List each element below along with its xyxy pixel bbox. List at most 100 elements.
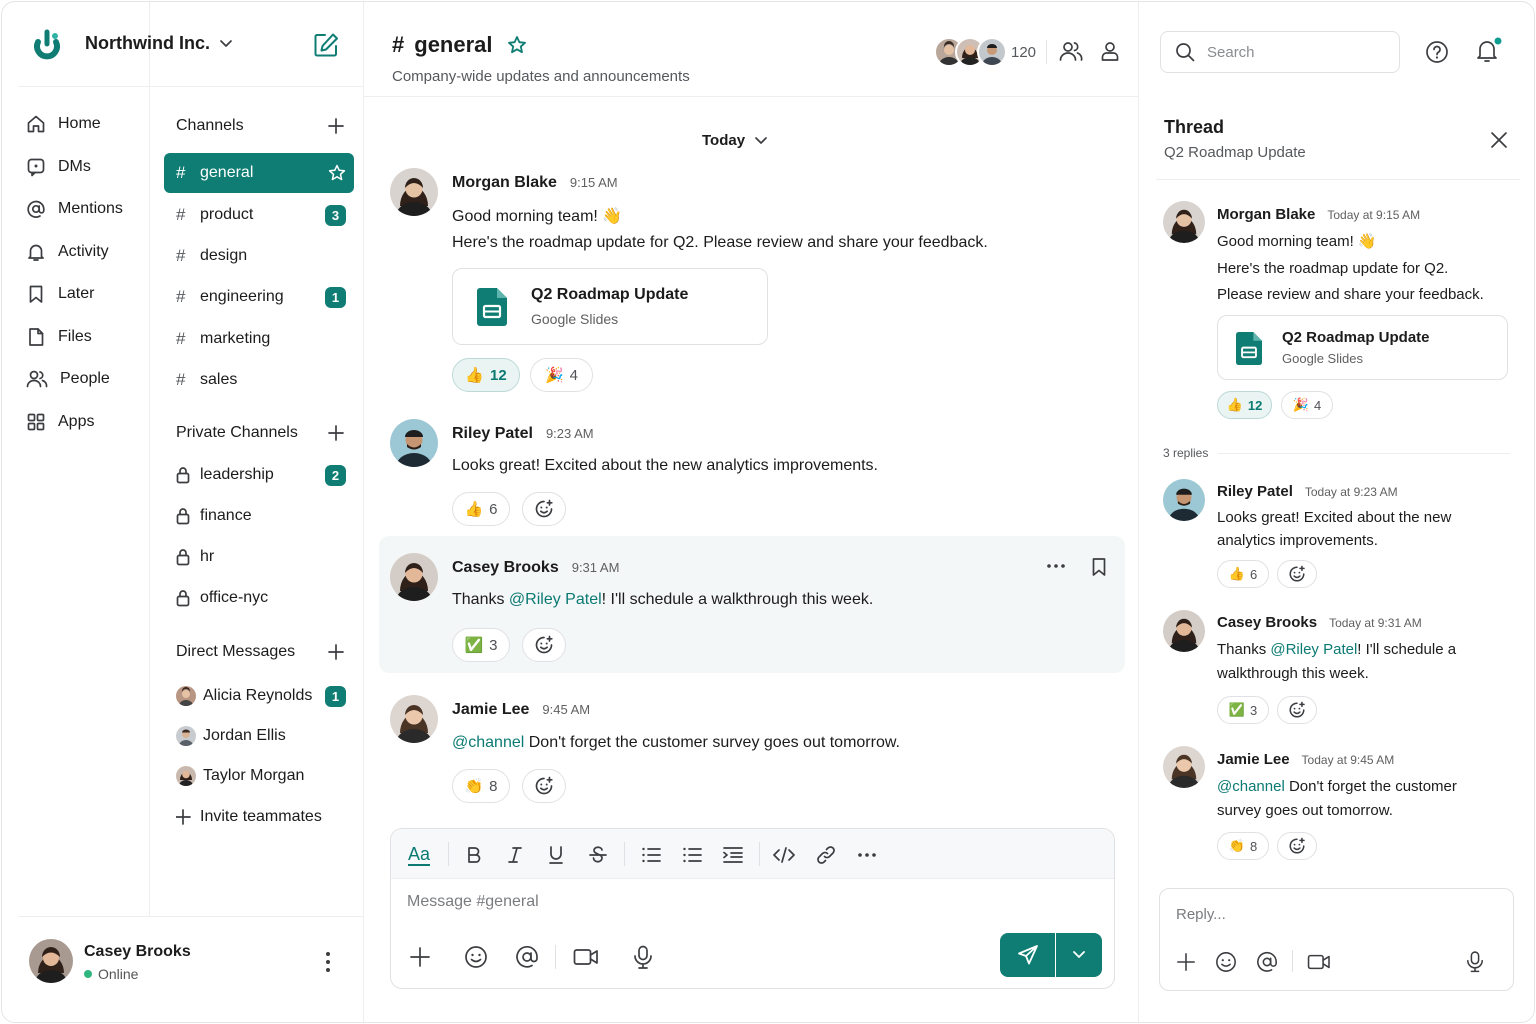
workspace-switcher[interactable]: Northwind Inc. <box>85 33 232 54</box>
channel-details-button[interactable] <box>1100 40 1120 62</box>
author-avatar[interactable] <box>390 168 438 216</box>
compose-button[interactable] <box>313 32 339 58</box>
invite-teammates-button[interactable]: Invite teammates <box>164 797 354 837</box>
video-button[interactable] <box>573 946 599 968</box>
send-button[interactable] <box>1000 933 1055 977</box>
reaction-party[interactable]: 🎉 4 <box>530 358 593 392</box>
add-reaction-button[interactable] <box>1277 696 1317 724</box>
user-menu-button[interactable] <box>320 950 336 974</box>
notifications-button[interactable] <box>1474 37 1502 65</box>
indent-button[interactable] <box>722 844 744 866</box>
user-avatar[interactable] <box>29 939 73 983</box>
nav-later[interactable]: Later <box>26 282 94 306</box>
add-reaction-button[interactable] <box>1277 832 1317 860</box>
author-name[interactable]: Morgan Blake <box>452 174 557 192</box>
nav-apps[interactable]: Apps <box>26 410 94 434</box>
sidebar-dm-jordan-ellis[interactable]: Jordan Ellis <box>164 716 354 756</box>
sidebar-item-finance[interactable]: finance <box>164 496 354 536</box>
author-avatar[interactable] <box>390 553 438 601</box>
text-format-button[interactable]: Aa <box>408 844 431 866</box>
nav-activity[interactable]: Activity <box>26 240 109 264</box>
sidebar-item-sales[interactable]: # sales <box>164 360 354 400</box>
sidebar-item-hr[interactable]: hr <box>164 537 354 577</box>
reaction-thumbs-up[interactable]: 👍 12 <box>1217 391 1272 419</box>
nav-people[interactable]: People <box>26 367 110 391</box>
workspace-logo[interactable] <box>31 28 63 62</box>
author-name[interactable]: Casey Brooks <box>1217 614 1317 631</box>
link-button[interactable] <box>815 844 837 866</box>
help-button[interactable] <box>1425 40 1449 64</box>
add-channel-icon[interactable] <box>328 118 344 134</box>
user-mention[interactable]: @Riley Patel <box>509 591 602 608</box>
reply-emoji-button[interactable] <box>1215 951 1237 973</box>
author-avatar[interactable] <box>390 419 438 467</box>
sidebar-item-office-nyc[interactable]: office-nyc <box>164 578 354 618</box>
reaction-thumbs-up[interactable]: 👍 12 <box>452 358 520 392</box>
save-message-button[interactable] <box>1090 557 1108 577</box>
author-name[interactable]: Riley Patel <box>452 425 533 443</box>
reply-mention-button[interactable] <box>1256 951 1278 973</box>
reply-audio-button[interactable] <box>1466 950 1484 973</box>
add-reaction-button[interactable] <box>522 628 566 662</box>
more-actions-button[interactable] <box>1046 558 1066 574</box>
add-reaction-button[interactable] <box>1277 560 1317 588</box>
author-avatar[interactable] <box>1163 746 1205 788</box>
add-private-channel-icon[interactable] <box>328 425 344 441</box>
author-name[interactable]: Jamie Lee <box>452 701 529 719</box>
reply-input[interactable]: Reply... <box>1176 906 1496 923</box>
attach-button[interactable] <box>409 946 431 968</box>
bold-button[interactable] <box>463 844 485 866</box>
author-name[interactable]: Morgan Blake <box>1217 206 1315 223</box>
sidebar-item-general[interactable]: # general <box>164 153 354 193</box>
reaction-thumbs-up[interactable]: 👍 6 <box>1217 560 1269 588</box>
member-count[interactable]: 120 <box>1011 44 1036 61</box>
code-button[interactable] <box>773 844 795 866</box>
sidebar-dm-alicia-reynolds[interactable]: Alicia Reynolds 1 <box>164 676 354 716</box>
attachment-card[interactable]: Q2 Roadmap Update Google Slides <box>1217 315 1508 380</box>
reaction-check[interactable]: ✅ 3 <box>1217 696 1269 724</box>
close-thread-button[interactable] <box>1489 130 1509 150</box>
bullet-list-button[interactable] <box>681 844 703 866</box>
sidebar-item-engineering[interactable]: # engineering 1 <box>164 277 354 317</box>
star-icon[interactable] <box>507 35 527 55</box>
sidebar-item-marketing[interactable]: # marketing <box>164 319 354 359</box>
reaction-check[interactable]: ✅ 3 <box>452 628 510 662</box>
strikethrough-button[interactable] <box>587 844 609 866</box>
emoji-button[interactable] <box>464 945 488 969</box>
author-name[interactable]: Jamie Lee <box>1217 751 1290 768</box>
nav-files[interactable]: Files <box>26 325 92 349</box>
reaction-thumbs-up[interactable]: 👍 6 <box>452 492 510 526</box>
underline-button[interactable] <box>545 844 567 866</box>
sidebar-item-leadership[interactable]: leadership 2 <box>164 455 354 495</box>
author-avatar[interactable] <box>1163 610 1205 652</box>
user-mention[interactable]: @Riley Patel <box>1270 641 1357 658</box>
channel-mention[interactable]: @channel <box>1217 778 1285 795</box>
date-divider[interactable]: Today <box>702 132 767 149</box>
reaction-party[interactable]: 🎉 4 <box>1281 391 1333 419</box>
sidebar-dm-taylor-morgan[interactable]: Taylor Morgan <box>164 756 354 796</box>
attachment-card[interactable]: Q2 Roadmap Update Google Slides <box>452 268 768 345</box>
author-avatar[interactable] <box>1163 479 1205 521</box>
reaction-clap[interactable]: 👏 8 <box>452 769 510 803</box>
nav-mentions[interactable]: Mentions <box>26 197 123 221</box>
audio-button[interactable] <box>633 945 653 969</box>
nav-dms[interactable]: DMs <box>26 155 91 179</box>
add-reaction-button[interactable] <box>522 492 566 526</box>
author-name[interactable]: Casey Brooks <box>452 559 559 577</box>
italic-button[interactable] <box>504 844 526 866</box>
channel-mention[interactable]: @channel <box>452 734 524 751</box>
member-avatars[interactable] <box>934 37 1008 67</box>
add-reaction-button[interactable] <box>522 769 566 803</box>
reply-video-button[interactable] <box>1307 952 1331 972</box>
author-name[interactable]: Riley Patel <box>1217 483 1293 500</box>
send-options-button[interactable] <box>1056 933 1102 977</box>
numbered-list-button[interactable] <box>640 844 662 866</box>
nav-home[interactable]: Home <box>26 112 101 136</box>
mention-button[interactable] <box>515 945 539 969</box>
star-icon[interactable] <box>328 164 346 182</box>
search-input[interactable]: Search <box>1160 31 1400 73</box>
author-avatar[interactable] <box>1163 201 1205 243</box>
reaction-clap[interactable]: 👏 8 <box>1217 832 1269 860</box>
more-format-button[interactable] <box>856 844 878 866</box>
add-dm-icon[interactable] <box>328 644 344 660</box>
